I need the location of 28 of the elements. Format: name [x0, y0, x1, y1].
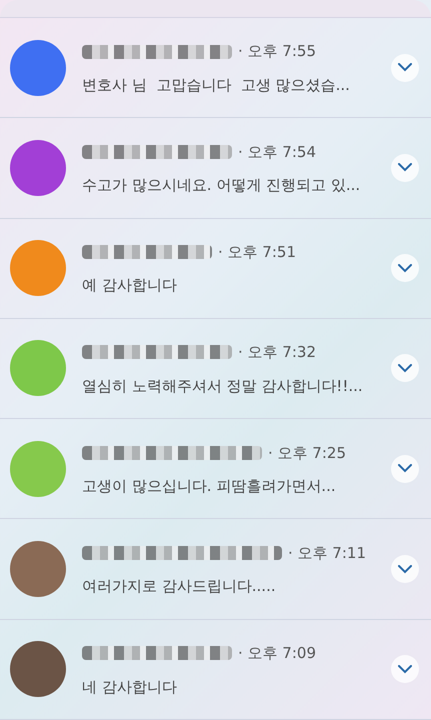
notification-time: · 오후 7:09	[238, 643, 316, 664]
notification-message: 예 감사합니다	[82, 275, 177, 296]
chevron-down-icon	[398, 464, 412, 474]
chevron-down-icon	[398, 63, 412, 72]
chevron-down-icon	[398, 564, 412, 574]
notification-message: 변호사 님 고맙습니다 고생 많으셨습...	[82, 74, 350, 95]
notification-time: · 오후 7:55	[238, 41, 316, 62]
notification-time: · 오후 7:54	[238, 142, 316, 163]
chevron-down-icon	[398, 163, 412, 172]
notification-message: 고생이 많으십니다. 피땀흘려가면서...	[82, 476, 336, 496]
expand-button[interactable]	[391, 154, 419, 182]
notification-time: · 오후 7:51	[218, 242, 296, 263]
notification-message: 여러가지로 감사드립니다.....	[82, 576, 276, 596]
notification-message: 열심히 노력해주셔서 정말 감사합니다!!...	[82, 376, 363, 396]
notification-message: 네 감사합니다	[82, 676, 177, 697]
expand-button[interactable]	[391, 555, 419, 584]
chevron-down-icon	[398, 264, 412, 273]
expand-button[interactable]	[391, 454, 419, 483]
expand-button[interactable]	[391, 655, 419, 684]
chevron-down-icon	[398, 664, 412, 674]
expand-button[interactable]	[391, 54, 419, 82]
notification-time: · 오후 7:11	[288, 542, 366, 564]
chevron-down-icon	[398, 364, 412, 373]
notification-message: 수고가 많으시네요. 어떻게 진행되고 있...	[82, 175, 360, 196]
notification-time: · 오후 7:25	[268, 442, 346, 464]
expand-button[interactable]	[391, 354, 419, 382]
expand-button[interactable]	[391, 254, 419, 282]
notification-time: · 오후 7:32	[238, 342, 316, 364]
